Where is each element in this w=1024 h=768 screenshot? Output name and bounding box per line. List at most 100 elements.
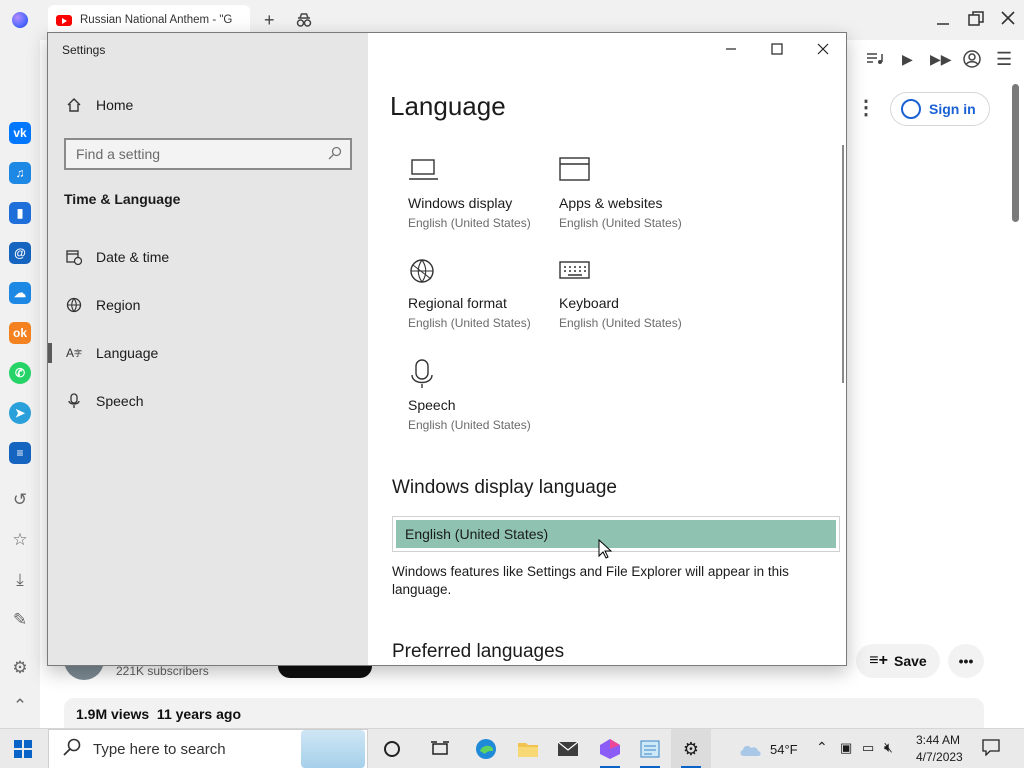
- stats-icon[interactable]: ▮: [9, 202, 31, 224]
- globe-icon: [66, 297, 82, 313]
- language-icon: A字: [66, 346, 83, 360]
- sign-in-label: Sign in: [929, 101, 976, 117]
- next-track-icon[interactable]: ▶▶: [930, 52, 952, 66]
- tile-sub: English (United States): [559, 316, 682, 330]
- page-scrollbar[interactable]: [1012, 84, 1019, 222]
- tile-keyboard[interactable]: Keyboard English (United States): [559, 257, 709, 330]
- subscribe-button[interactable]: [278, 666, 372, 678]
- playlist-icon[interactable]: [866, 52, 884, 70]
- tile-regional-format[interactable]: Regional format English (United States): [408, 257, 558, 330]
- browser-minimize-icon[interactable]: [936, 12, 950, 30]
- mouse-cursor-icon: [598, 538, 613, 564]
- keyboard-icon: [559, 257, 591, 287]
- calendar-clock-icon: [66, 249, 82, 265]
- notifications-icon[interactable]: [982, 738, 1000, 759]
- volume-muted-icon[interactable]: 🔇︎: [884, 739, 893, 756]
- taskbar-search[interactable]: Type here to search: [48, 729, 368, 768]
- youtube-more-icon[interactable]: ⋮: [856, 98, 876, 118]
- mail-at-icon[interactable]: @: [9, 242, 31, 264]
- tile-name: Keyboard: [559, 295, 619, 311]
- page-title: Language: [390, 91, 506, 121]
- browser-settings-icon[interactable]: ⚙: [10, 658, 30, 678]
- nav-home[interactable]: Home: [48, 85, 368, 125]
- nav-language[interactable]: A字 Language: [48, 333, 368, 373]
- tile-sub: English (United States): [408, 418, 531, 432]
- settings-taskbar-icon[interactable]: ⚙: [671, 729, 711, 768]
- favorites-star-icon[interactable]: ☆: [10, 530, 30, 550]
- nav-speech[interactable]: Speech: [48, 381, 368, 421]
- weather-cloud-icon[interactable]: [738, 740, 764, 763]
- account-icon[interactable]: [963, 50, 981, 72]
- cloud-icon[interactable]: ☁: [9, 282, 31, 304]
- play-icon[interactable]: ▶: [902, 52, 913, 66]
- browser-close-icon[interactable]: [1001, 11, 1015, 29]
- network-icon[interactable]: ▭: [862, 740, 874, 756]
- find-setting-input[interactable]: Find a setting: [64, 138, 352, 170]
- user-avatar-icon: [901, 99, 921, 119]
- clock-time[interactable]: 3:44 AM: [916, 733, 960, 747]
- incognito-icon[interactable]: [296, 12, 312, 32]
- notepad-icon[interactable]: [630, 729, 670, 768]
- nav-region[interactable]: Region: [48, 285, 368, 325]
- tile-windows-display[interactable]: Windows display English (United States): [408, 157, 558, 230]
- search-icon: [63, 738, 81, 761]
- nav-speech-label: Speech: [96, 393, 144, 409]
- display-language-dropdown[interactable]: English (United States): [392, 516, 840, 552]
- clock-date[interactable]: 4/7/2023: [916, 750, 963, 764]
- collapse-sidebar-icon[interactable]: ⌃: [10, 696, 30, 716]
- music-icon[interactable]: ♫: [9, 162, 31, 184]
- odnoklassniki-icon[interactable]: ok: [9, 322, 31, 344]
- video-views[interactable]: 1.9M views 11 years ago: [64, 698, 984, 728]
- preferred-languages-heading: Preferred languages: [392, 641, 565, 662]
- display-language-description: Windows features like Settings and File …: [392, 564, 789, 597]
- browser-tab[interactable]: Russian National Anthem - "G: [48, 5, 250, 35]
- browser-logo-icon[interactable]: [12, 12, 28, 28]
- new-tab-icon[interactable]: +: [264, 11, 275, 29]
- tile-speech[interactable]: Speech English (United States): [408, 359, 558, 432]
- window-title: Settings: [62, 43, 106, 57]
- edge-icon[interactable]: [466, 729, 506, 768]
- maximize-button[interactable]: [754, 33, 800, 65]
- tile-name: Windows display: [408, 195, 513, 211]
- minimize-button[interactable]: [708, 33, 754, 65]
- close-button[interactable]: [800, 33, 846, 65]
- show-hidden-icons-icon[interactable]: ⌃: [816, 739, 828, 756]
- search-highlight-image: [301, 730, 365, 768]
- file-explorer-icon[interactable]: [508, 729, 548, 768]
- regional-globe-icon: [408, 257, 440, 287]
- nav-date-time[interactable]: Date & time: [48, 237, 368, 277]
- start-button[interactable]: [14, 740, 32, 758]
- history-icon[interactable]: ↺: [10, 490, 30, 510]
- tile-sub: English (United States): [408, 216, 531, 230]
- task-view-cortana-icon[interactable]: [372, 729, 412, 768]
- extensions-icon[interactable]: ✎: [10, 610, 30, 630]
- taskbar-search-placeholder: Type here to search: [93, 740, 226, 758]
- sign-in-button[interactable]: Sign in: [890, 92, 990, 126]
- camera-icon[interactable]: ▣: [840, 740, 852, 756]
- settings-scrollbar[interactable]: [842, 145, 844, 383]
- telegram-icon[interactable]: ➤: [9, 402, 31, 424]
- browser-taskbar-icon[interactable]: [590, 729, 630, 768]
- task-view-icon[interactable]: [420, 729, 460, 768]
- tile-sub: English (United States): [559, 216, 682, 230]
- weather-temp[interactable]: 54°F: [770, 742, 798, 757]
- display-language-heading: Windows display language: [392, 477, 617, 498]
- window-icon: [559, 157, 591, 187]
- settings-window: Settings Home Find a setting Time & Lang…: [47, 32, 847, 666]
- save-button[interactable]: ≡+ Save: [856, 644, 940, 678]
- tile-apps-websites[interactable]: Apps & websites English (United States): [559, 157, 709, 230]
- whatsapp-icon[interactable]: ✆: [9, 362, 31, 384]
- microphone-icon: [66, 393, 82, 409]
- downloads-icon[interactable]: ⤓: [10, 570, 30, 590]
- vk-icon[interactable]: vk: [9, 122, 31, 144]
- subscriber-count: 221K subscribers: [116, 664, 209, 678]
- mail-icon[interactable]: [548, 729, 588, 768]
- more-actions-button[interactable]: •••: [948, 644, 984, 678]
- youtube-favicon-icon: [56, 14, 72, 26]
- find-setting-placeholder: Find a setting: [76, 146, 161, 162]
- list-icon[interactable]: ≡: [9, 442, 31, 464]
- browser-restore-icon[interactable]: [968, 11, 984, 31]
- browser-menu-icon[interactable]: ☰: [996, 50, 1012, 68]
- settings-nav-pane: Settings Home Find a setting Time & Lang…: [48, 33, 368, 665]
- nav-date-time-label: Date & time: [96, 249, 170, 265]
